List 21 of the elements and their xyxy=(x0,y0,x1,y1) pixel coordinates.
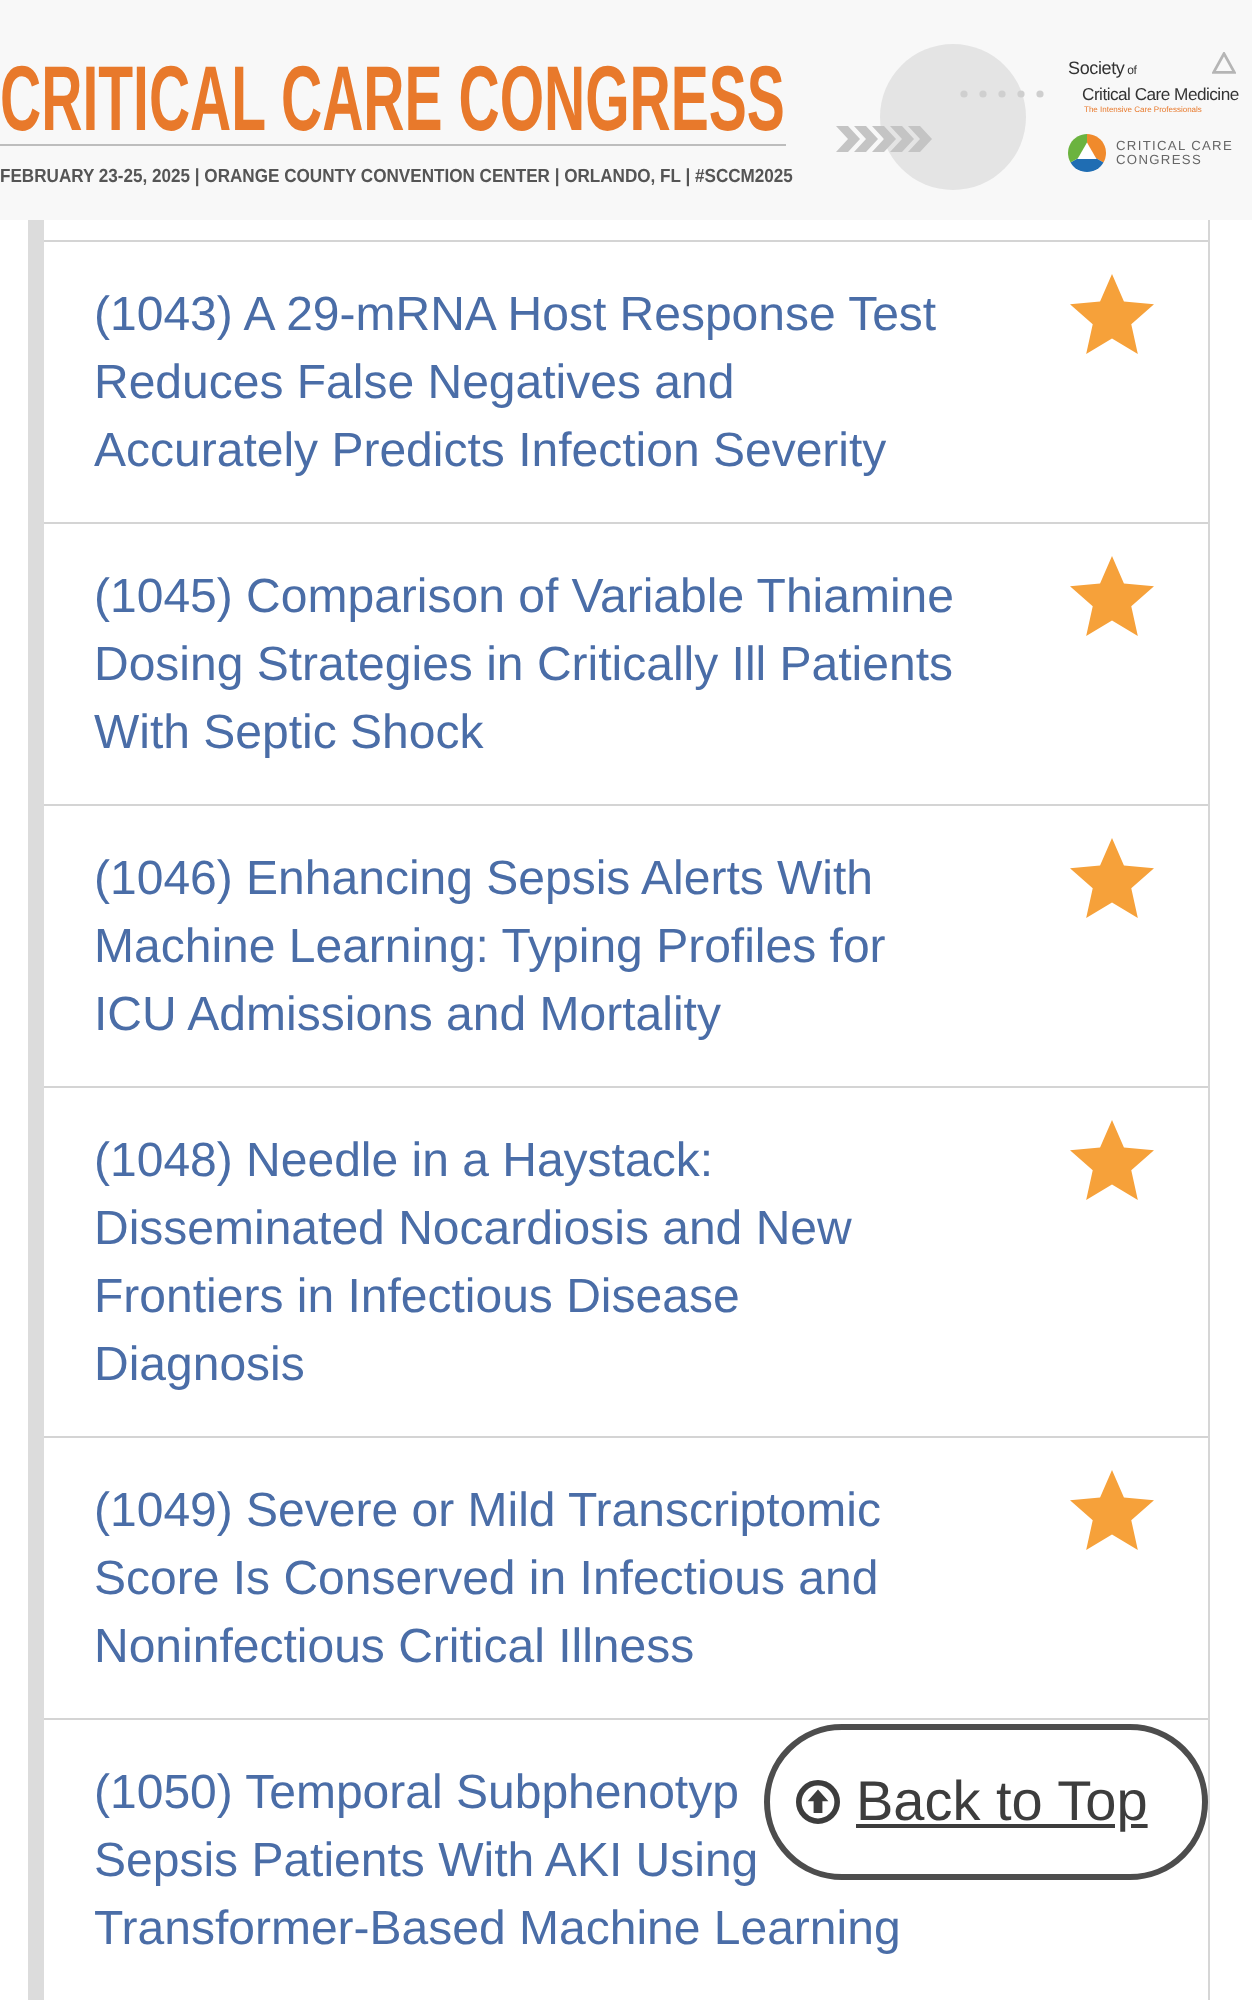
star-icon[interactable] xyxy=(1070,556,1154,636)
star-icon[interactable] xyxy=(1070,838,1154,918)
triangle-logo-icon xyxy=(1212,52,1236,74)
event-details-text: FEBRUARY 23-25, 2025 | ORANGE COUNTY CONVENTION CENTER | ORLANDO, FL | #SCCM2025 xyxy=(0,168,793,188)
star-icon[interactable] xyxy=(1070,274,1154,354)
up-arrow-circle-icon xyxy=(796,1780,840,1824)
session-title-link[interactable]: (1043) A 29-mRNA Host Response Test Reduces False Negatives and Accurately Predicts Infection Severity xyxy=(94,282,937,486)
congress-title: CRITICAL CARE CONGRESS xyxy=(0,52,785,144)
session-title-line[interactable]: Transformer-Based Machine Learning xyxy=(94,1896,901,1964)
chevrons-icon xyxy=(836,126,932,152)
back-to-top-button[interactable]: Back to Top xyxy=(764,1724,1208,1880)
star-icon[interactable] xyxy=(1070,1120,1154,1200)
session-title-line[interactable]: Sepsis Patients With AKI Using xyxy=(94,1828,759,1896)
session-title-link[interactable]: (1045) Comparison of Variable Thiamine Dosing Strategies in Critically Ill Patients With Septic Shock xyxy=(94,564,954,768)
session-title-line[interactable]: (1050) Temporal Subphenotyp xyxy=(94,1760,739,1828)
session-title-link[interactable]: (1046) Enhancing Sepsis Alerts With Machine Learning: Typing Profiles for ICU Admissions and Mortality xyxy=(94,846,886,1050)
congress-logo-icon xyxy=(1068,134,1106,172)
star-icon[interactable] xyxy=(1070,1470,1154,1550)
session-title-link[interactable]: (1049) Severe or Mild Transcriptomic Score Is Conserved in Infectious and Noninfectious Critical Illness xyxy=(94,1478,881,1682)
society-name: Critical Care Medicine xyxy=(1080,84,1241,104)
session-title-link[interactable]: (1048) Needle in a Haystack: Disseminated Nocardiosis and New Frontiers in Infectious Disease Diagnosis xyxy=(94,1128,852,1400)
